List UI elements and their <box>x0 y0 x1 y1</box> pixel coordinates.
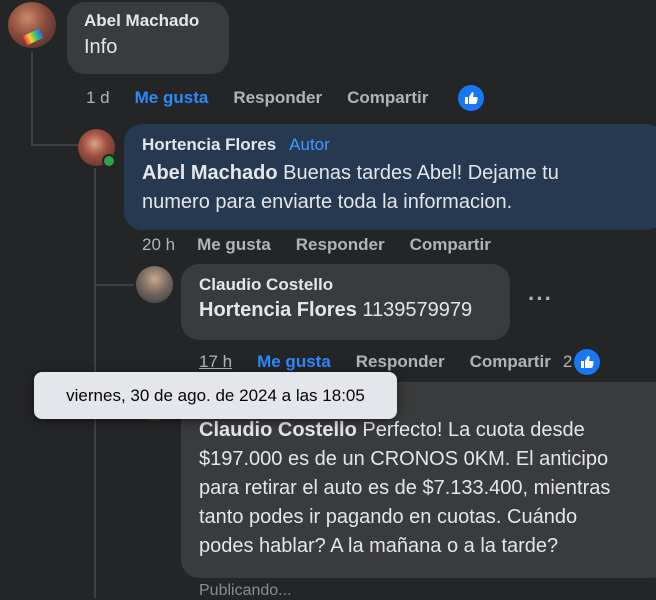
avatar[interactable] <box>136 266 173 303</box>
comment-timestamp[interactable]: 1 d <box>86 88 110 108</box>
author-badge: Autor <box>284 134 335 156</box>
thread-line <box>94 284 134 286</box>
comment-bubble: Abel Machado Info <box>67 2 229 74</box>
posting-status: Publicando... <box>199 582 292 599</box>
comment-author[interactable]: Abel Machado <box>84 11 212 31</box>
mention-link[interactable]: Claudio Costello <box>199 419 357 441</box>
comment-text: Claudio Costello Perfecto! La cuota desd… <box>199 419 611 557</box>
comment-bubble: Claudio Costello Hortencia Flores 113957… <box>181 264 510 340</box>
like-button[interactable]: Me gusta <box>197 235 271 255</box>
thread-line <box>31 52 33 146</box>
timestamp-tooltip: viernes, 30 de ago. de 2024 a las 18:05 <box>34 372 397 419</box>
reply-button[interactable]: Responder <box>356 352 445 372</box>
comment-bubble: Hortencia Flores Autor Abel Machado Buena… <box>124 124 656 230</box>
share-button[interactable]: Compartir <box>410 235 491 255</box>
comment-text: Info <box>84 36 118 58</box>
comment-text: Abel Machado Buenas tardes Abel! Dejame … <box>142 162 559 213</box>
comment-actions: 1 d Me gusta Responder Compartir <box>86 85 509 111</box>
reply-button[interactable]: Responder <box>233 88 322 108</box>
thumbs-up-icon[interactable] <box>458 85 485 111</box>
comment-actions: 20 h Me gusta Responder Compartir <box>142 235 516 255</box>
comment-timestamp[interactable]: 17 h <box>199 352 232 372</box>
comment-timestamp[interactable]: 20 h <box>142 235 175 255</box>
comment-author[interactable]: Claudio Costello <box>199 275 492 295</box>
online-status-indicator <box>102 154 116 168</box>
comment-text: Hortencia Flores 1139579979 <box>199 299 473 321</box>
thread-line <box>31 144 79 146</box>
like-button[interactable]: Me gusta <box>135 88 209 108</box>
comment-author[interactable]: Hortencia Flores <box>142 135 276 154</box>
more-options-icon[interactable]: ··· <box>528 286 553 312</box>
like-button[interactable]: Me gusta <box>257 352 331 372</box>
mention-link[interactable]: Abel Machado <box>142 162 278 184</box>
share-button[interactable]: Compartir <box>470 352 551 372</box>
share-button[interactable]: Compartir <box>347 88 428 108</box>
reply-button[interactable]: Responder <box>296 235 385 255</box>
mention-link[interactable]: Hortencia Flores <box>199 299 357 321</box>
avatar[interactable] <box>8 2 56 48</box>
thumbs-up-icon[interactable] <box>574 349 601 375</box>
reaction-count[interactable]: 2 <box>563 352 572 372</box>
